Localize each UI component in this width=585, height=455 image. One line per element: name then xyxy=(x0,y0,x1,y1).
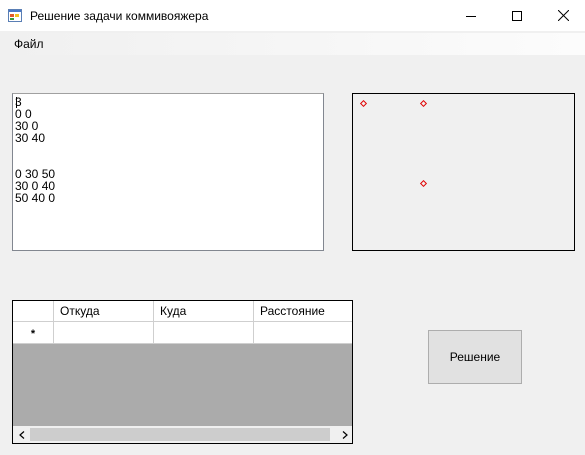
cell-from[interactable] xyxy=(54,322,154,344)
minimize-button[interactable] xyxy=(448,0,494,31)
city-point-3 xyxy=(419,179,428,188)
maximize-button[interactable] xyxy=(494,0,540,31)
cell-distance[interactable] xyxy=(254,322,352,344)
close-button[interactable] xyxy=(540,0,585,31)
app-form-icon xyxy=(8,9,22,22)
chevron-left-icon xyxy=(18,430,24,439)
title-bar[interactable]: Решение задачи коммивояжера xyxy=(0,0,585,31)
scroll-thumb[interactable] xyxy=(30,428,330,441)
scroll-left-button[interactable] xyxy=(13,426,30,443)
cell-to[interactable] xyxy=(154,322,254,344)
minimize-icon xyxy=(466,15,476,17)
column-header-distance[interactable]: Расстояние xyxy=(254,301,352,322)
city-point-2 xyxy=(419,99,428,108)
drawing-panel xyxy=(352,93,575,251)
chevron-right-icon xyxy=(342,430,348,439)
menu-bar: Файл xyxy=(0,33,585,55)
close-icon xyxy=(557,10,569,21)
scroll-right-button[interactable] xyxy=(336,426,352,443)
column-header-from[interactable]: Откуда xyxy=(54,301,154,322)
row-header-new[interactable]: * xyxy=(13,322,54,344)
column-header-to[interactable]: Куда xyxy=(154,301,254,322)
input-text: 3 0 0 30 0 30 40 0 30 50 30 0 40 50 40 0 xyxy=(15,95,56,205)
table-row-new: * xyxy=(13,322,352,344)
solve-button[interactable]: Решение xyxy=(428,330,522,384)
grid-header: Откуда Куда Расстояние xyxy=(13,301,352,322)
city-point-1 xyxy=(359,99,368,108)
input-textbox[interactable]: 3 0 0 30 0 30 40 0 30 50 30 0 40 50 40 0 xyxy=(12,93,324,251)
grid-corner-header[interactable] xyxy=(13,301,54,322)
horizontal-scrollbar[interactable] xyxy=(13,426,352,443)
routes-grid[interactable]: Откуда Куда Расстояние * xyxy=(12,300,353,444)
text-caret xyxy=(16,97,17,108)
window-title: Решение задачи коммивояжера xyxy=(30,9,209,23)
maximize-icon xyxy=(512,10,522,21)
main-window: Решение задачи коммивояжера Файл 3 0 0 3… xyxy=(0,0,585,455)
menu-file[interactable]: Файл xyxy=(14,37,44,51)
